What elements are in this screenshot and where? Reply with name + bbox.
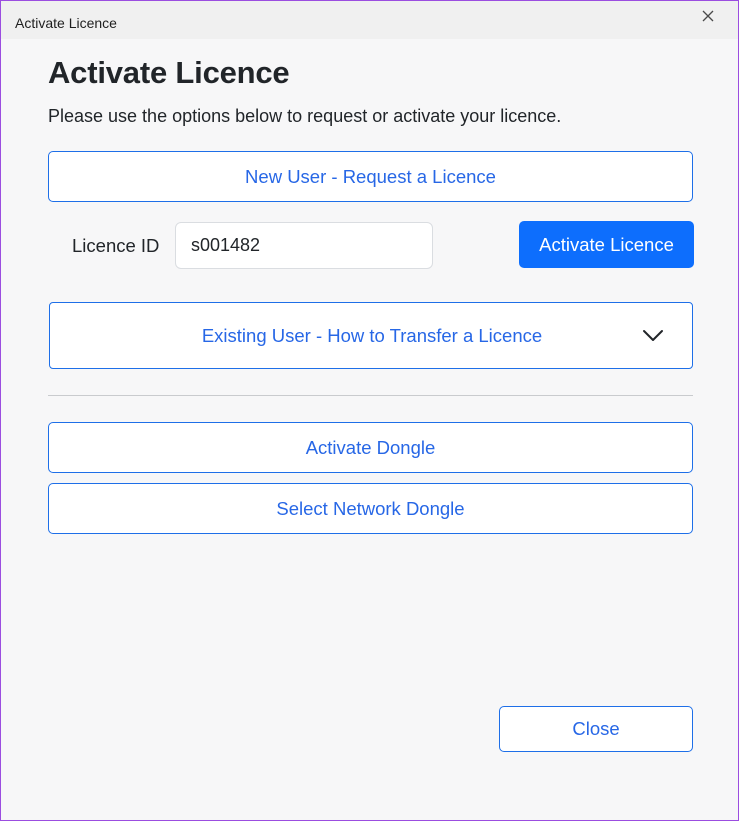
section-divider <box>48 395 693 396</box>
licence-id-label: Licence ID <box>72 235 160 256</box>
instructions-text: Please use the options below to request … <box>48 106 562 126</box>
window-close-button[interactable] <box>697 5 719 27</box>
activate-dongle-button[interactable]: Activate Dongle <box>48 422 693 473</box>
window-title: Activate Licence <box>15 15 117 31</box>
select-network-dongle-button[interactable]: Select Network Dongle <box>48 483 693 534</box>
close-button[interactable]: Close <box>499 706 693 752</box>
activate-licence-window: Activate Licence Activate Licence Please… <box>0 0 739 821</box>
licence-id-input[interactable] <box>175 222 433 269</box>
transfer-licence-accordion[interactable]: Existing User - How to Transfer a Licenc… <box>49 302 693 369</box>
chevron-down-icon <box>643 330 663 341</box>
close-icon <box>702 10 714 22</box>
accordion-label: Existing User - How to Transfer a Licenc… <box>201 325 543 346</box>
page-title: Activate Licence <box>48 55 290 90</box>
new-user-request-button[interactable]: New User - Request a Licence <box>48 151 693 202</box>
activate-licence-button[interactable]: Activate Licence <box>519 221 694 268</box>
title-bar: Activate Licence <box>1 1 738 39</box>
dialog-content: Activate Licence Please use the options … <box>1 39 738 820</box>
